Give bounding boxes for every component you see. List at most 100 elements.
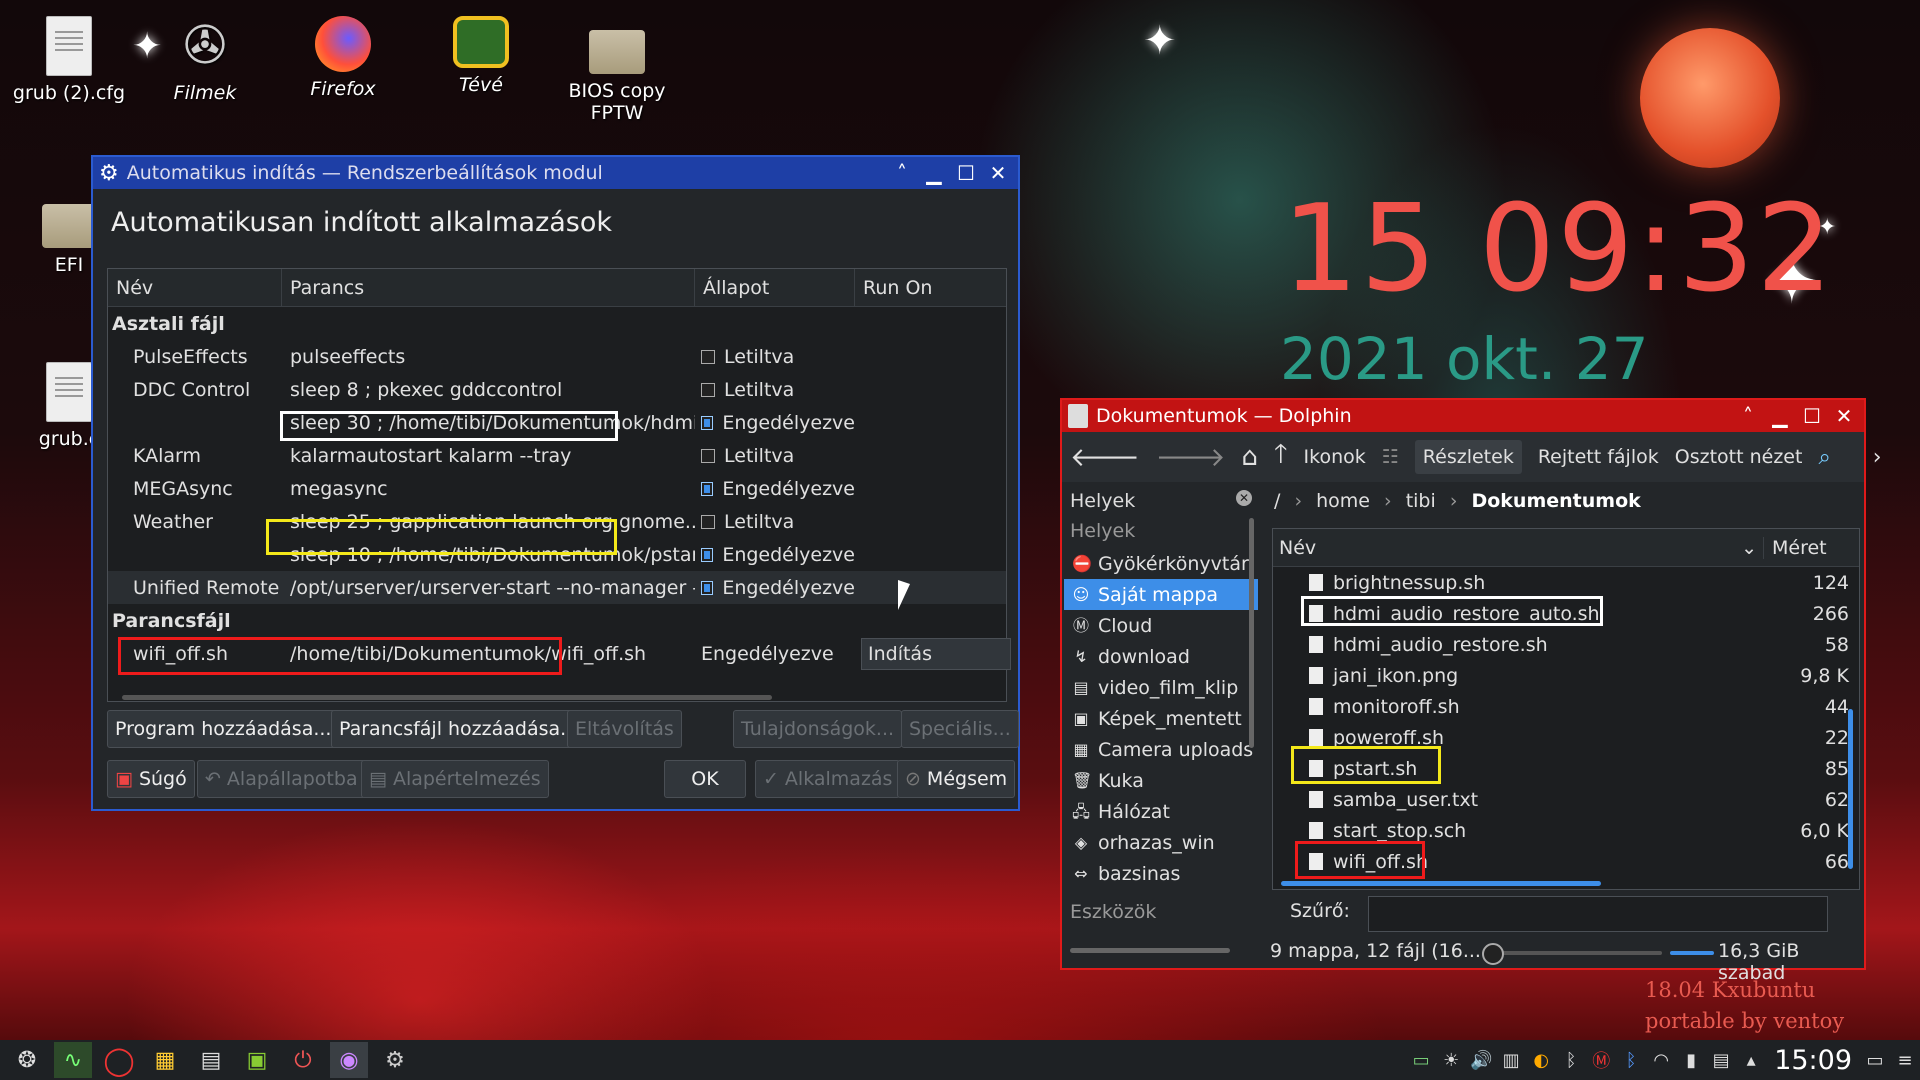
group-desktop-file[interactable]: Asztali fájl (108, 307, 1006, 340)
desktop-icon-bios-copy[interactable]: BIOS copy FPTW (552, 16, 682, 124)
up-arrow-icon[interactable]: 🡑 (1274, 435, 1288, 479)
details-view-button[interactable]: Részletek (1414, 440, 1522, 474)
usb-icon[interactable]: ▮ (1676, 1050, 1706, 1071)
horizontal-scrollbar[interactable] (122, 695, 772, 700)
compact-view-icon[interactable]: ☷ (1382, 446, 1399, 468)
apply-button[interactable]: ✓ Alkalmazás (755, 760, 901, 798)
places-item[interactable]: ↯ download (1064, 641, 1258, 672)
keep-above-button[interactable]: ˄ (888, 159, 916, 187)
minimize-button[interactable]: ▁ (920, 159, 948, 187)
row-status[interactable]: Letiltva (695, 346, 855, 368)
table-row[interactable]: PulseEffects pulseeffects Letiltva (108, 340, 1006, 373)
autostart-titlebar[interactable]: ⚙ Automatikus indítás — Rendszerbeállítá… (93, 157, 1018, 189)
table-row[interactable]: Unified Remote/opt/urserver/urserver-sta… (108, 571, 1006, 604)
close-button[interactable]: ✕ (984, 159, 1012, 187)
status-checkbox[interactable] (701, 415, 714, 430)
ok-button[interactable]: OK (664, 760, 746, 798)
clipboard-icon[interactable]: ▥ (1496, 1050, 1526, 1071)
desktop-icon-teve[interactable]: Tévé (416, 16, 546, 96)
notes-icon[interactable]: ▤ (1706, 1050, 1736, 1071)
bluetooth-manager-icon[interactable]: ᛒ (1616, 1050, 1646, 1071)
places-item[interactable]: Ⓜ Cloud (1064, 610, 1258, 641)
places-scrollbar[interactable] (1249, 518, 1254, 748)
properties-button[interactable]: Tulajdonságok... (733, 710, 903, 748)
display-icon[interactable]: ▭ (1406, 1050, 1436, 1071)
defaults-button[interactable]: ▤ Alapértelmezés (361, 760, 549, 798)
row-status[interactable]: Letiltva (695, 511, 855, 533)
file-hscrollbar[interactable] (1281, 881, 1601, 886)
taskbar-clock[interactable]: 15:09 (1774, 1045, 1852, 1076)
windows-tiles-icon[interactable]: ▦ (146, 1042, 184, 1078)
tv-icon[interactable]: ▣ (238, 1042, 276, 1078)
split-view-button[interactable]: Osztott nézet (1675, 446, 1803, 468)
filter-input[interactable] (1368, 896, 1828, 932)
status-checkbox[interactable] (701, 514, 715, 529)
table-row[interactable]: DDC Control sleep 8 ; pkexec gddccontrol L… (108, 373, 1006, 406)
home-icon[interactable]: ⌂ (1241, 442, 1258, 472)
breadcrumb-home[interactable]: home (1316, 490, 1370, 512)
file-row[interactable]: jani_ikon.png 9,8 K (1273, 660, 1859, 691)
back-arrow-icon[interactable]: 🡐 (1070, 442, 1140, 473)
volume-icon[interactable]: 🔊 (1466, 1050, 1496, 1071)
row-status[interactable]: Letiltva (695, 445, 855, 467)
hidden-files-button[interactable]: Rejtett fájlok (1538, 446, 1659, 468)
status-checkbox[interactable] (701, 580, 714, 595)
column-header-command[interactable]: Parancs (282, 269, 695, 306)
search-icon[interactable]: ⌕ (1818, 445, 1830, 470)
table-row[interactable]: MEGAsync megasync Engedélyezve (108, 472, 1006, 505)
file-cabinet-icon[interactable]: ▤ (192, 1042, 230, 1078)
brightness-icon[interactable]: ☀ (1436, 1050, 1466, 1071)
file-scrollbar[interactable] (1848, 709, 1853, 869)
app-launcher-icon[interactable]: ❂ (8, 1042, 46, 1078)
zoom-slider[interactable] (1482, 943, 1662, 965)
wifi-icon[interactable]: ◠ (1646, 1050, 1676, 1071)
breadcrumb-tibi[interactable]: tibi (1406, 490, 1436, 512)
menu-icon[interactable]: ≡ (1890, 1050, 1920, 1071)
status-checkbox[interactable] (701, 349, 715, 364)
table-row[interactable]: KAlarm kalarmautostart kalarm --tray Letil… (108, 439, 1006, 472)
status-checkbox[interactable] (701, 481, 714, 496)
column-header-size[interactable]: Méret (1763, 536, 1859, 559)
places-item[interactable]: 🖧 Hálózat (1064, 796, 1258, 827)
eye-icon[interactable]: ◉ (330, 1042, 368, 1078)
cancel-button[interactable]: ⊘ Mégsem (897, 760, 1016, 798)
column-header-name[interactable]: Név ⌄ (1273, 537, 1763, 559)
places-item[interactable]: ▦ Camera uploads (1064, 734, 1258, 765)
row-status[interactable]: Letiltva (695, 379, 855, 401)
file-row[interactable]: monitoroff.sh 44 (1273, 691, 1859, 722)
places-item[interactable]: ▤ video_film_klip (1064, 672, 1258, 703)
status-checkbox[interactable] (701, 547, 714, 562)
file-row[interactable]: samba_user.txt 62 (1273, 784, 1859, 815)
desktop-icon-grub2[interactable]: grub (2).cfg (4, 16, 134, 104)
add-script-button[interactable]: Parancsfájl hozzáadása... (331, 710, 587, 748)
places-item[interactable]: ⇔ bazsinas (1064, 858, 1258, 889)
status-checkbox[interactable] (701, 448, 715, 463)
close-panel-icon[interactable]: ✕ (1236, 490, 1252, 506)
maximize-button[interactable]: ☐ (952, 159, 980, 187)
media-player-icon[interactable]: ◐ (1526, 1050, 1556, 1071)
row-status[interactable]: Engedélyezve (695, 577, 855, 599)
close-button[interactable]: ✕ (1830, 402, 1858, 430)
row-status[interactable]: Engedélyezve (695, 478, 855, 500)
status-checkbox[interactable] (701, 382, 715, 397)
places-item[interactable]: ◈ orhazas_win (1064, 827, 1258, 858)
breadcrumb-current[interactable]: Dokumentumok (1471, 490, 1640, 512)
chevron-right-icon[interactable]: › (1873, 445, 1882, 470)
file-row[interactable]: hdmi_audio_restore.sh 58 (1273, 629, 1859, 660)
keep-above-button[interactable]: ˄ (1734, 402, 1762, 430)
show-desktop-icon[interactable]: ▭ (1860, 1050, 1890, 1071)
places-item[interactable]: 🗑 Kuka (1064, 765, 1258, 796)
add-program-button[interactable]: Program hozzáadása... (107, 710, 340, 748)
advanced-button[interactable]: Speciális... (901, 710, 1019, 748)
column-header-name[interactable]: Név (108, 269, 282, 306)
breadcrumb-root[interactable]: / (1274, 490, 1280, 512)
icons-view-button[interactable]: Ikonok (1304, 446, 1366, 468)
minimize-button[interactable]: ▁ (1766, 402, 1794, 430)
row-status[interactable]: Engedélyezve (695, 412, 855, 434)
places-item[interactable]: ⛔ Gyökérkönyvtár (1064, 548, 1258, 579)
column-header-run-on[interactable]: Run On (855, 269, 1006, 306)
places-item[interactable]: ▣ Képek_mentett (1064, 703, 1258, 734)
group-script-file[interactable]: Parancsfájl (108, 604, 1006, 637)
places-item[interactable]: ☺ Saját mappa (1064, 579, 1258, 610)
help-button[interactable]: ▣ Súgó (107, 760, 195, 798)
